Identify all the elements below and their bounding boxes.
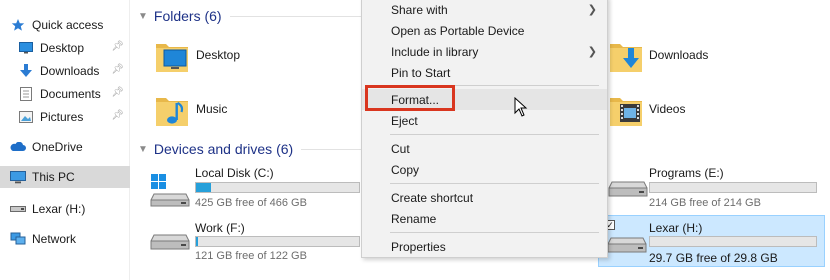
format-highlight-box: [365, 85, 455, 111]
drive-usage-bar: [649, 236, 817, 247]
hard-drive-icon: [608, 181, 648, 197]
downloads-folder-icon: [610, 44, 642, 72]
drive-label: Local Disk (C:): [195, 166, 274, 180]
mouse-cursor-icon: [514, 97, 528, 117]
menu-item-share-with[interactable]: Share with ❯: [362, 0, 607, 20]
chevron-down-icon: ▼: [138, 10, 148, 22]
drives-header-label: Devices and drives (6): [153, 141, 294, 157]
nav-label: Lexar (H:): [32, 202, 86, 216]
drive-usage-fill: [196, 183, 211, 192]
nav-item-downloads[interactable]: Downloads 📌︎: [0, 60, 130, 82]
drive-tile-lexar-h[interactable]: ✓ Lexar (H:) 29.7 GB free of 29.8 GB: [598, 215, 825, 267]
nav-label: Quick access: [32, 18, 104, 32]
nav-label: Documents: [40, 87, 101, 101]
document-icon: [18, 86, 34, 102]
drive-free-space: 29.7 GB free of 29.8 GB: [649, 251, 778, 265]
menu-item-label: Properties: [391, 239, 446, 254]
menu-item-label: Open as Portable Device: [391, 23, 525, 38]
drive-free-space: 214 GB free of 214 GB: [649, 197, 761, 209]
nav-label: OneDrive: [32, 140, 83, 154]
menu-item-label: Cut: [391, 141, 410, 156]
desktop-icon: [18, 40, 34, 56]
cloud-icon: [10, 139, 26, 155]
pictures-icon: [18, 109, 34, 125]
drive-tile-local-disk-c[interactable]: Local Disk (C:) 425 GB free of 466 GB: [148, 166, 360, 212]
nav-quick-access[interactable]: Quick access: [0, 14, 130, 36]
drive-usage-bar: [195, 182, 360, 193]
nav-item-onedrive[interactable]: OneDrive: [0, 136, 130, 158]
menu-separator: [390, 183, 599, 184]
drive-free-space: 425 GB free of 466 GB: [195, 197, 307, 209]
drive-usage-bar: [195, 236, 360, 247]
folder-label: Desktop: [196, 48, 241, 62]
usb-drive-icon: [10, 201, 26, 217]
menu-item-properties[interactable]: Properties: [362, 236, 607, 257]
nav-item-desktop[interactable]: Desktop 📌︎: [0, 37, 130, 59]
menu-item-pin-to-start[interactable]: Pin to Start: [362, 62, 607, 83]
nav-item-this-pc[interactable]: This PC: [0, 166, 130, 188]
navigation-pane: Quick access Desktop 📌︎ Downloads 📌︎ Doc…: [0, 0, 130, 280]
network-icon: [10, 231, 26, 247]
pin-icon: 📌︎: [111, 87, 124, 98]
menu-item-create-shortcut[interactable]: Create shortcut: [362, 187, 607, 208]
menu-item-cut[interactable]: Cut: [362, 138, 607, 159]
menu-separator: [390, 134, 599, 135]
divider: [229, 15, 370, 17]
chevron-down-icon: ▼: [138, 143, 148, 155]
download-arrow-icon: [18, 63, 34, 79]
nav-label: Pictures: [40, 110, 84, 124]
chevron-right-icon: ❯: [587, 4, 597, 16]
usb-drive-icon: [607, 237, 647, 253]
drive-label: Work (F:): [195, 221, 245, 235]
menu-item-eject[interactable]: Eject: [362, 110, 607, 131]
folder-tile-downloads[interactable]: Downloads: [606, 34, 821, 78]
nav-label: Network: [32, 232, 77, 246]
nav-label: Downloads: [40, 64, 100, 78]
drive-label: Programs (E:): [649, 166, 724, 180]
drive-tile-work-f[interactable]: Work (F:) 121 GB free of 122 GB: [148, 219, 360, 265]
drive-free-space: 121 GB free of 122 GB: [195, 250, 307, 262]
context-menu: Share with ❯ Open as Portable Device Inc…: [361, 0, 608, 258]
nav-label: This PC: [32, 170, 75, 184]
music-folder-icon: [156, 98, 188, 126]
pin-icon: 📌︎: [111, 64, 124, 75]
folder-tile-music[interactable]: Music: [150, 88, 350, 132]
hard-drive-icon: [150, 234, 190, 250]
star-icon: [10, 17, 26, 33]
menu-item-label: Share with: [391, 2, 448, 17]
drive-usage-fill: [196, 237, 198, 246]
drive-tile-programs-e[interactable]: Programs (E:) 214 GB free of 214 GB: [606, 166, 821, 212]
drive-label: Lexar (H:): [649, 221, 703, 235]
folder-tile-videos[interactable]: Videos: [606, 88, 821, 132]
menu-item-label: Create shortcut: [391, 190, 474, 205]
windows-drive-icon: [150, 174, 190, 207]
nav-item-documents[interactable]: Documents 📌︎: [0, 83, 130, 105]
menu-separator: [390, 232, 599, 233]
folder-label: Downloads: [649, 48, 709, 62]
videos-folder-icon: [610, 98, 642, 126]
nav-item-network[interactable]: Network: [0, 228, 130, 250]
menu-item-copy[interactable]: Copy: [362, 159, 607, 180]
menu-item-open-portable[interactable]: Open as Portable Device: [362, 20, 607, 41]
nav-item-pictures[interactable]: Pictures 📌︎: [0, 106, 130, 128]
desktop-folder-icon: [156, 44, 188, 72]
menu-item-rename[interactable]: Rename: [362, 208, 607, 229]
menu-item-include-in-library[interactable]: Include in library ❯: [362, 41, 607, 62]
menu-item-label: Include in library: [391, 44, 479, 59]
chevron-right-icon: ❯: [587, 46, 597, 58]
folder-label: Videos: [649, 102, 686, 116]
drive-usage-bar: [649, 182, 817, 193]
menu-item-label: Pin to Start: [391, 65, 451, 80]
menu-item-label: Copy: [391, 162, 420, 177]
menu-item-label: Rename: [391, 211, 437, 226]
menu-item-label: Eject: [391, 113, 418, 128]
folders-header-label: Folders (6): [153, 8, 222, 24]
computer-icon: [10, 169, 26, 185]
folder-label: Music: [196, 102, 228, 116]
nav-label: Desktop: [40, 41, 85, 55]
pin-icon: 📌︎: [111, 110, 124, 121]
folder-tile-desktop[interactable]: Desktop: [150, 34, 350, 78]
nav-item-lexar[interactable]: Lexar (H:): [0, 198, 130, 220]
pin-icon: 📌︎: [111, 41, 124, 52]
